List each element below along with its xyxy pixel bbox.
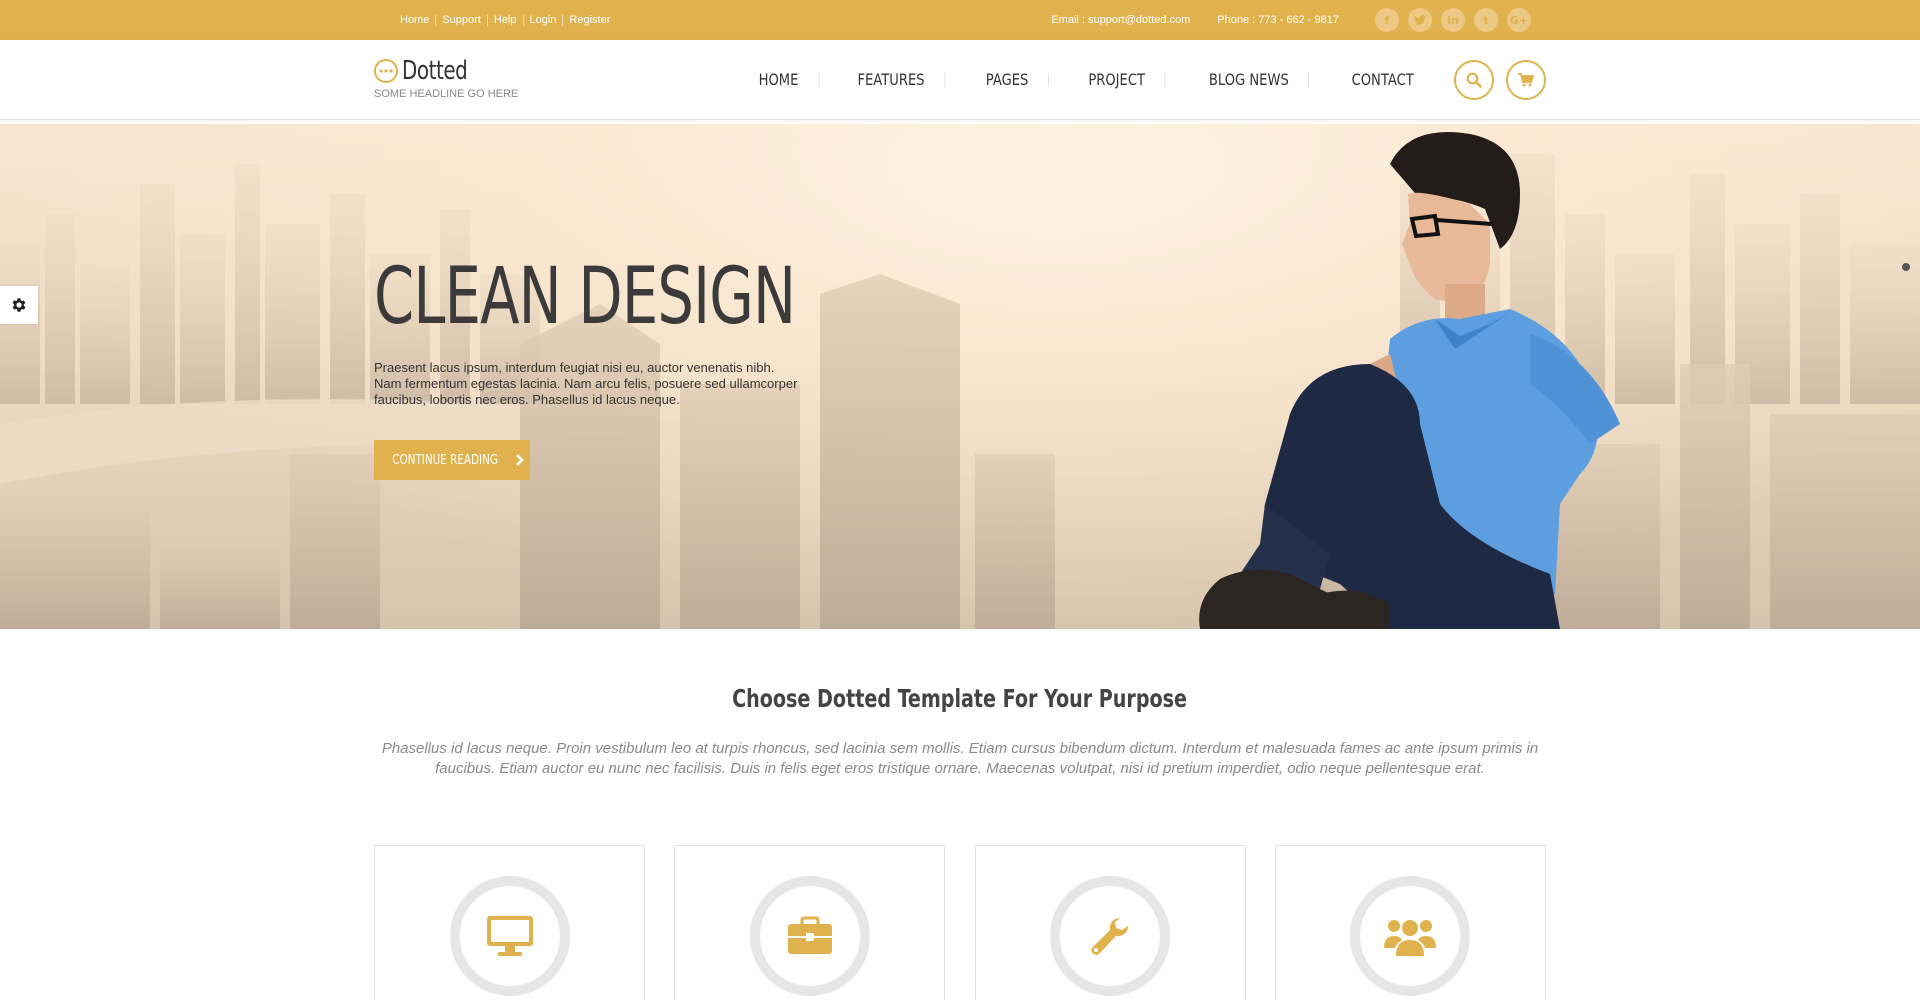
logo[interactable]: Dotted SOME HEADLINE GO HERE	[374, 56, 518, 100]
hero-person-image	[1199, 132, 1620, 629]
gear-icon	[12, 298, 26, 312]
facebook-icon[interactable]: f	[1375, 8, 1399, 32]
slider-dot[interactable]	[1902, 263, 1910, 271]
top-links: Home Support Help Login Register	[374, 14, 616, 26]
tumblr-icon[interactable]: t	[1474, 8, 1498, 32]
briefcase-icon	[787, 916, 832, 954]
logo-name: Dotted	[402, 56, 468, 86]
monitor-icon	[486, 916, 533, 956]
nav-pages[interactable]: PAGES	[966, 72, 1049, 88]
twitter-icon[interactable]	[1408, 8, 1432, 32]
googleplus-icon[interactable]: G+	[1507, 8, 1531, 32]
search-button[interactable]	[1454, 60, 1494, 100]
chevron-right-icon	[516, 454, 524, 466]
purpose-section: Choose Dotted Template For Your Purpose …	[0, 629, 1920, 1000]
hero-slider: CLEAN DESIGN Praesent lacus ipsum, inter…	[0, 124, 1920, 629]
nav-home[interactable]: HOME	[759, 72, 820, 88]
top-link-support[interactable]: Support	[436, 14, 488, 26]
nav-contact[interactable]: CONTACT	[1332, 72, 1422, 88]
purpose-text: Phasellus id lacus neque. Proin vestibul…	[381, 740, 1539, 777]
nav-features[interactable]: FEATURES	[837, 72, 945, 88]
top-link-help[interactable]: Help	[488, 14, 524, 26]
feature-card-wrench[interactable]	[974, 845, 1246, 1000]
feature-card-monitor[interactable]	[374, 845, 645, 1000]
email-text: Email : support@dotted.com	[1051, 14, 1191, 26]
search-icon	[1466, 72, 1482, 88]
hero-text: Praesent lacus ipsum, interdum feugiat n…	[374, 360, 798, 407]
linkedin-icon[interactable]: in	[1441, 8, 1465, 32]
settings-toggle[interactable]	[0, 286, 38, 324]
top-link-home[interactable]: Home	[394, 14, 437, 26]
feature-cards	[374, 845, 1546, 1000]
feature-card-users[interactable]	[1274, 845, 1546, 1000]
nav-project[interactable]: PROJECT	[1068, 72, 1166, 88]
continue-reading-button[interactable]: CONTINUE READING	[374, 440, 530, 480]
phone-text: Phone : 773 - 662 - 9817	[1217, 14, 1339, 26]
cart-button[interactable]	[1506, 60, 1546, 100]
cart-icon	[1518, 73, 1534, 87]
wrench-icon	[1091, 917, 1129, 955]
top-right: Email : support@dotted.com Phone : 773 -…	[1051, 8, 1546, 32]
feature-card-briefcase[interactable]	[674, 845, 946, 1000]
top-bar: Home Support Help Login Register Email :…	[0, 0, 1920, 40]
users-icon	[1384, 920, 1437, 956]
top-link-register[interactable]: Register	[563, 14, 616, 26]
hero-title: CLEAN DESIGN	[374, 252, 796, 342]
top-link-login[interactable]: Login	[524, 14, 564, 26]
logo-dots-icon	[374, 59, 398, 83]
continue-reading-label: CONTINUE READING	[392, 452, 498, 468]
header: Dotted SOME HEADLINE GO HERE HOME FEATUR…	[0, 40, 1920, 120]
main-nav: HOME FEATURES PAGES PROJECT BLOG NEWS CO…	[752, 72, 1432, 88]
logo-tagline: SOME HEADLINE GO HERE	[374, 88, 519, 100]
nav-blog-news[interactable]: BLOG NEWS	[1189, 72, 1309, 88]
social-links: f in t G+	[1366, 8, 1531, 32]
purpose-title: Choose Dotted Template For Your Purpose	[732, 684, 1188, 713]
